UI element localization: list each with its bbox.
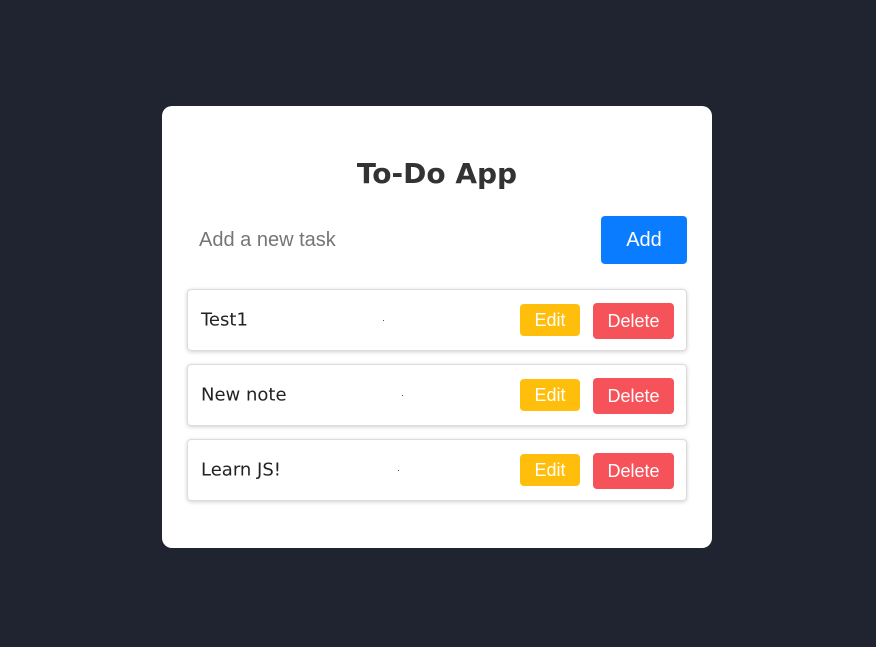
task-item: Learn JS! Edit Delete [187,439,687,501]
drag-dot [398,470,399,471]
delete-task-button[interactable]: Delete [593,453,674,489]
new-task-row: Add [187,216,687,264]
drag-dot [383,320,384,321]
todo-card: To-Do App Add Test1 Edit Delete New note… [162,106,712,548]
delete-task-button[interactable]: Delete [593,303,674,339]
edit-task-button[interactable]: Edit [520,379,580,411]
delete-task-button[interactable]: Delete [593,378,674,414]
task-text: Test1 [201,309,248,331]
edit-task-button[interactable]: Edit [520,454,580,486]
new-task-input[interactable] [187,216,592,264]
add-task-button[interactable]: Add [601,216,687,264]
task-list: Test1 Edit Delete New note Edit Delete L… [187,289,687,514]
task-item: Test1 Edit Delete [187,289,687,351]
task-text: New note [201,384,287,406]
task-text: Learn JS! [201,459,281,481]
app-title: To-Do App [356,157,518,190]
edit-task-button[interactable]: Edit [520,304,580,336]
drag-dot [402,395,403,396]
task-item: New note Edit Delete [187,364,687,426]
